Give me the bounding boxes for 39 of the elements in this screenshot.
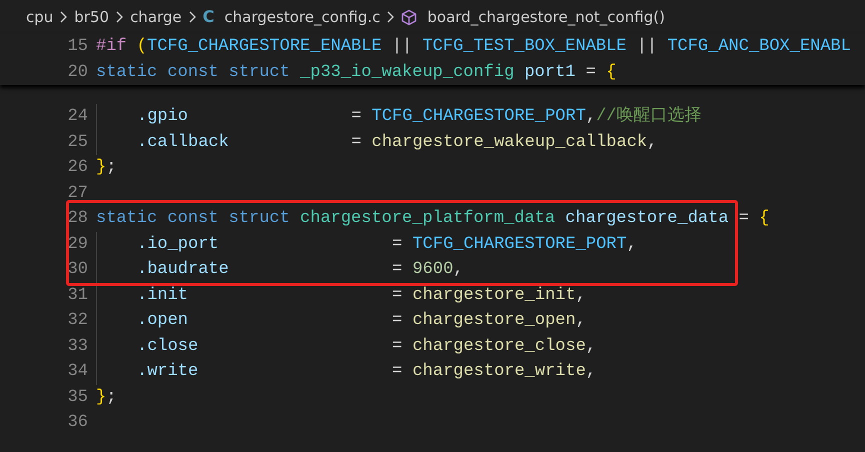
code-line: }; (96, 388, 116, 406)
code-line: .io_port = TCFG_CHARGESTORE_PORT, (137, 234, 637, 254)
code-line: static const struct chargestore_platform_data chargestore_data = { (96, 209, 770, 228)
line-number: 25 (66, 132, 88, 154)
breadcrumb-item[interactable]: chargestore_config.c (224, 6, 380, 28)
code-line: .baudrate = 9600, (137, 260, 464, 279)
chevron-icon (115, 10, 124, 24)
code-line: .write = chargestore_write, (137, 362, 596, 381)
breadcrumb-item[interactable]: cpu (26, 6, 54, 28)
line-number: 30 (66, 259, 88, 281)
code-line: .open = chargestore_open, (137, 311, 586, 330)
chevron-icon (59, 10, 68, 24)
line-number: 20 (66, 62, 88, 84)
line-number: 34 (66, 361, 88, 383)
line-number: 32 (66, 310, 88, 332)
line-number: 35 (66, 386, 88, 408)
breadcrumb-item[interactable]: br50 (74, 6, 110, 28)
line-number: 28 (66, 208, 88, 230)
line-number: 27 (66, 182, 88, 204)
cube-icon (401, 8, 418, 26)
code-line: static const struct _p33_io_wakeup_config port1 = { (96, 62, 616, 82)
code-line: }; (96, 158, 116, 177)
breadcrumb-item[interactable]: charge (130, 6, 182, 28)
chevron-icon (386, 10, 396, 24)
code-line: .close = chargestore_close, (137, 336, 596, 356)
line-number: 24 (66, 106, 88, 128)
breadcrumb-item[interactable]: board_chargestore_not_config() (427, 6, 665, 28)
chevron-icon (188, 10, 197, 24)
code-line: .gpio = TCFG_CHARGESTORE_PORT,//唤醒口选择 (137, 107, 702, 126)
c-file-icon: C (202, 5, 214, 29)
line-number: 33 (66, 336, 88, 358)
line-number: 31 (66, 284, 88, 306)
code-line: #if (TCFG_CHARGESTORE_ENABLE || TCFG_TEST_BOX_ENABLE || TCFG_ANC_BOX_ENABL (96, 37, 851, 56)
line-number: 29 (66, 234, 88, 256)
code-line: .callback = chargestore_wakeup_callback, (137, 132, 658, 152)
line-number: 36 (66, 412, 88, 434)
line-number: 26 (66, 157, 88, 179)
code-line: .init = chargestore_init, (137, 286, 586, 304)
line-number: 15 (66, 36, 88, 58)
